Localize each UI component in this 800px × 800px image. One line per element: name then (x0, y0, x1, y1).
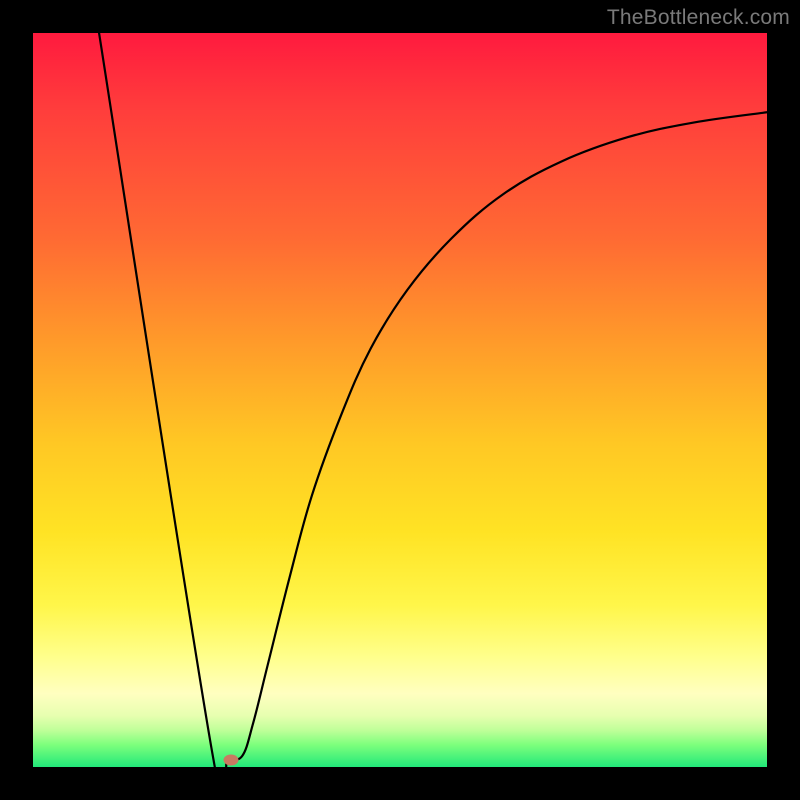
watermark-text: TheBottleneck.com (607, 6, 790, 30)
chart-frame: TheBottleneck.com (0, 0, 800, 800)
optimal-point-marker (224, 754, 239, 765)
plot-area (33, 33, 767, 767)
